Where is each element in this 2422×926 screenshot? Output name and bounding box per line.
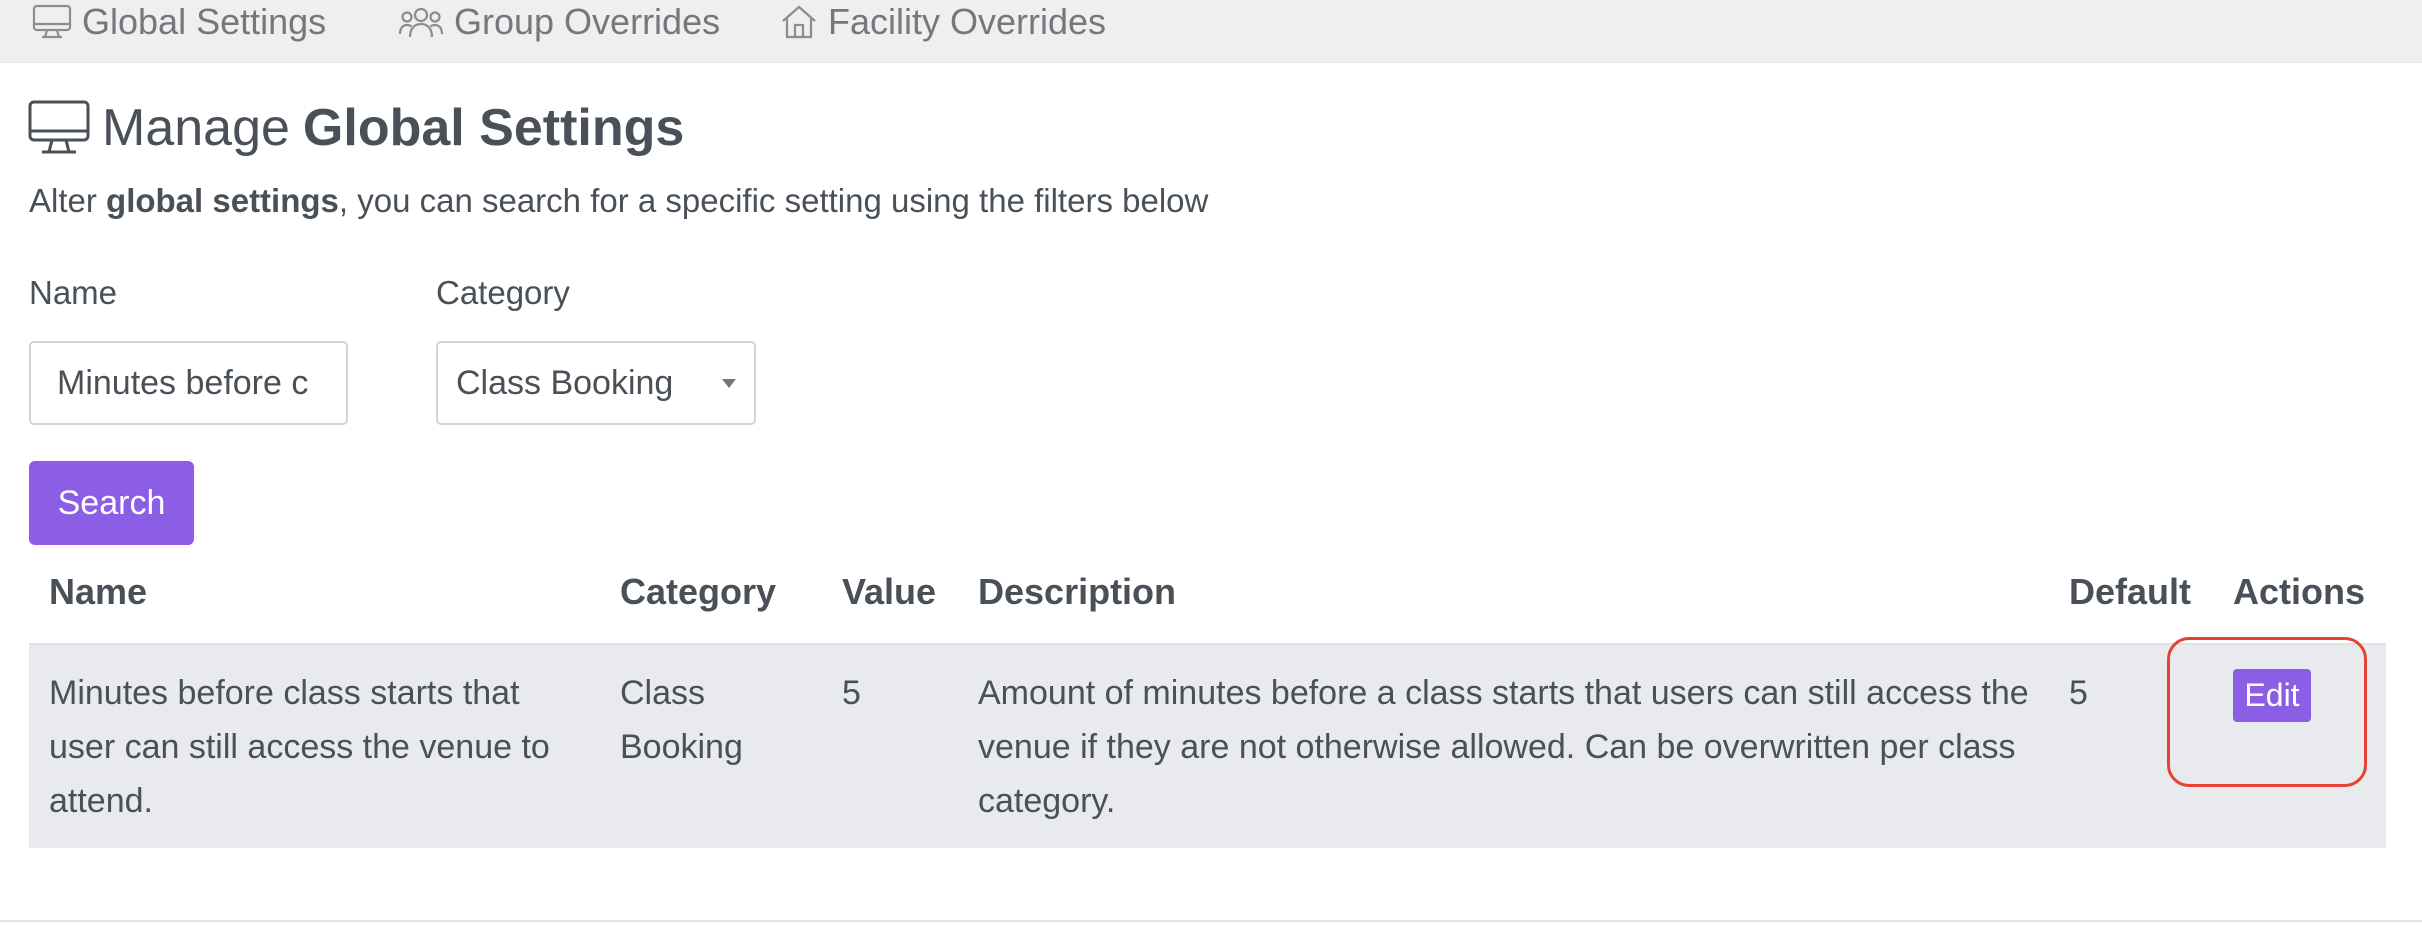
name-filter-label: Name (29, 274, 118, 311)
users-icon (398, 7, 444, 38)
monitor-icon (32, 4, 72, 39)
column-header-name[interactable]: Name (49, 571, 147, 613)
chevron-down-icon (722, 379, 736, 388)
cell-category: Class Booking (620, 674, 743, 766)
home-icon (782, 5, 816, 39)
tab-facility-overrides-label: Facility Overrides (828, 1, 1107, 42)
cell-name: Minutes before class starts that user ca… (49, 674, 550, 820)
bottom-divider (0, 920, 2422, 922)
column-header-actions: Actions (2233, 571, 2366, 612)
cell-description: Amount of minutes before a class starts … (978, 674, 2029, 820)
column-header-default[interactable]: Default (2069, 571, 2191, 613)
page-subtitle: Alter global settings, you can search fo… (29, 182, 1208, 220)
category-filter-select[interactable]: Class Booking (436, 341, 756, 425)
subtitle-strong: global settings (106, 182, 339, 219)
column-header-description[interactable]: Description (978, 571, 1176, 613)
tab-group-overrides[interactable]: Group Overrides (398, 0, 720, 44)
page-title: Manage Global Settings (28, 95, 684, 161)
top-nav: Global Settings Group Overrides Facility… (0, 0, 2422, 63)
column-header-value[interactable]: Value (842, 571, 936, 613)
cell-value: 5 (842, 674, 861, 712)
tab-facility-overrides[interactable]: Facility Overrides (780, 0, 1106, 44)
page-title-strong: Global Settings (302, 99, 685, 157)
search-button[interactable]: Search (29, 461, 194, 545)
category-filter-value: Class Booking (456, 363, 674, 402)
edit-button[interactable]: Edit (2233, 669, 2311, 722)
page-title-prefix: Manage (102, 99, 290, 157)
tab-global-settings[interactable]: Global Settings (32, 0, 326, 44)
cell-default: 5 (2069, 674, 2088, 712)
tab-group-overrides-label: Group Overrides (454, 1, 721, 42)
subtitle-suffix: , you can search for a specific setting … (338, 182, 1209, 219)
monitor-icon (28, 100, 90, 154)
column-header-category[interactable]: Category (620, 571, 776, 613)
tab-global-settings-label: Global Settings (82, 1, 327, 42)
category-filter-label: Category (436, 274, 570, 311)
subtitle-prefix: Alter (29, 182, 97, 219)
name-filter-input[interactable] (29, 341, 348, 425)
